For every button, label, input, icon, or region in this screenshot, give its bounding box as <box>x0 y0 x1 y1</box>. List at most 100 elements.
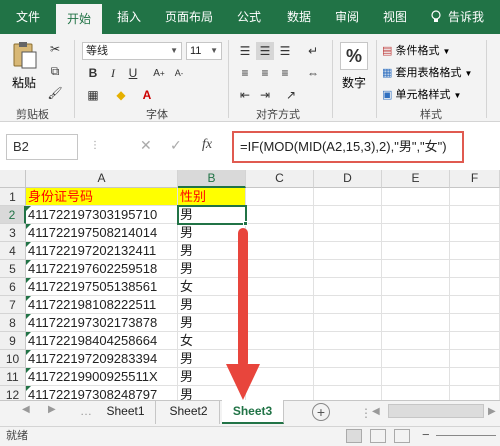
align-left-icon[interactable]: ≡ <box>236 64 254 82</box>
align-top-icon[interactable]: ☰ <box>236 42 254 60</box>
row-header[interactable]: 3 <box>0 224 26 242</box>
tab-insert[interactable]: 插入 <box>110 0 148 34</box>
align-right-icon[interactable]: ≡ <box>276 64 294 82</box>
row-header[interactable]: 7 <box>0 296 26 314</box>
empty-cell[interactable] <box>382 224 450 242</box>
select-all-corner[interactable] <box>0 170 26 188</box>
table-format-button[interactable]: ▦ 套用表格格式 ▼ <box>382 64 472 80</box>
font-grow-icon[interactable]: A + <box>150 64 168 82</box>
cell-style-button[interactable]: ▣ 单元格样式 ▼ <box>382 86 461 102</box>
tab-home[interactable]: 开始 <box>56 4 102 34</box>
column-header-c[interactable]: C <box>246 170 314 188</box>
fill-color-icon[interactable]: ◆ <box>112 86 130 104</box>
normal-view-icon[interactable] <box>346 429 362 443</box>
tab-review[interactable]: 审阅 <box>328 0 366 34</box>
cell-a[interactable]: 411722197505138561 <box>26 278 178 296</box>
empty-cell[interactable] <box>450 224 500 242</box>
wrap-text-icon[interactable]: ↵ <box>304 42 322 60</box>
column-header-b[interactable]: B <box>178 170 246 188</box>
conditional-format-button[interactable]: ▤ 条件格式 ▼ <box>382 42 450 58</box>
empty-cell[interactable] <box>382 242 450 260</box>
empty-cell[interactable] <box>314 368 382 386</box>
hscroll-left-icon[interactable]: ◀ <box>372 406 380 417</box>
font-name-select[interactable]: 等线 ▼ <box>82 42 182 60</box>
paste-icon[interactable] <box>10 40 38 70</box>
name-box[interactable]: B2 <box>6 134 78 160</box>
empty-cell[interactable] <box>450 260 500 278</box>
cell-a[interactable]: 411722198108222511 <box>26 296 178 314</box>
empty-cell[interactable] <box>246 206 314 224</box>
page-break-view-icon[interactable] <box>394 429 410 443</box>
page-layout-view-icon[interactable] <box>370 429 386 443</box>
sheet-tab-sheet2[interactable]: Sheet2 <box>158 400 220 424</box>
zoom-slider[interactable] <box>436 435 496 436</box>
tab-page-layout[interactable]: 页面布局 <box>156 0 222 34</box>
empty-cell[interactable] <box>450 314 500 332</box>
empty-cell[interactable] <box>314 188 382 206</box>
enter-icon[interactable]: ✓ <box>170 137 182 154</box>
insert-function-icon[interactable]: fx <box>202 137 212 153</box>
format-painter-icon[interactable]: 🖌 <box>46 84 64 102</box>
paste-label[interactable]: 粘贴 <box>12 74 36 91</box>
increase-indent-icon[interactable]: ⇥ <box>256 86 274 104</box>
sheet-tab-sheet1[interactable]: Sheet1 <box>96 400 156 424</box>
tab-formulas[interactable]: 公式 <box>230 0 268 34</box>
row-header[interactable]: 5 <box>0 260 26 278</box>
empty-cell[interactable] <box>314 350 382 368</box>
empty-cell[interactable] <box>450 242 500 260</box>
cell-a[interactable]: 411722197508214014 <box>26 224 178 242</box>
bold-icon[interactable]: B <box>84 64 102 82</box>
border-icon[interactable]: ▦ <box>84 86 102 104</box>
empty-cell[interactable] <box>382 296 450 314</box>
tab-file[interactable]: 文件 <box>8 0 48 34</box>
cell-a[interactable]: 411722197303195710 <box>26 206 178 224</box>
cell-b[interactable]: 性别 <box>178 188 246 206</box>
copy-icon[interactable]: ⧉ <box>46 62 64 80</box>
cell-a[interactable]: 身份证号码 <box>26 188 178 206</box>
text-direction-icon[interactable]: ↗ <box>282 86 300 104</box>
font-size-select[interactable]: 11 ▼ <box>186 42 222 60</box>
empty-cell[interactable] <box>314 314 382 332</box>
scroll-left-icon[interactable]: ◀ <box>22 404 30 415</box>
empty-cell[interactable] <box>450 296 500 314</box>
cell-a[interactable]: 411722197602259518 <box>26 260 178 278</box>
italic-icon[interactable]: I <box>104 64 122 82</box>
row-header[interactable]: 8 <box>0 314 26 332</box>
column-header-d[interactable]: D <box>314 170 382 188</box>
empty-cell[interactable] <box>314 206 382 224</box>
formula-input[interactable]: =IF(MOD(MID(A2,15,3),2),"男","女") <box>232 131 464 163</box>
column-header-e[interactable]: E <box>382 170 450 188</box>
empty-cell[interactable] <box>450 206 500 224</box>
hscroll-right-icon[interactable]: ▶ <box>488 406 496 417</box>
more-sheets-icon[interactable]: … <box>80 404 92 418</box>
empty-cell[interactable] <box>314 278 382 296</box>
column-header-f[interactable]: F <box>450 170 500 188</box>
align-center-icon[interactable]: ≡ <box>256 64 274 82</box>
tell-me-search[interactable]: 告诉我 <box>444 0 488 34</box>
empty-cell[interactable] <box>450 278 500 296</box>
empty-cell[interactable] <box>314 260 382 278</box>
font-color-icon[interactable]: A <box>138 86 156 104</box>
cell-a[interactable]: 411722197209283394 <box>26 350 178 368</box>
number-format-label[interactable]: 数字 <box>342 74 366 91</box>
row-header[interactable]: 10 <box>0 350 26 368</box>
align-middle-icon[interactable]: ☰ <box>256 42 274 60</box>
empty-cell[interactable] <box>450 332 500 350</box>
empty-cell[interactable] <box>450 350 500 368</box>
empty-cell[interactable] <box>382 188 450 206</box>
more-options-icon[interactable]: ⋮ <box>90 140 100 151</box>
empty-cell[interactable] <box>314 332 382 350</box>
underline-icon[interactable]: U <box>124 64 142 82</box>
cell-a[interactable]: 411722198404258664 <box>26 332 178 350</box>
row-header[interactable]: 4 <box>0 242 26 260</box>
empty-cell[interactable] <box>382 368 450 386</box>
empty-cell[interactable] <box>314 224 382 242</box>
add-sheet-icon[interactable]: + <box>312 403 330 421</box>
tab-view[interactable]: 视图 <box>376 0 414 34</box>
empty-cell[interactable] <box>314 242 382 260</box>
empty-cell[interactable] <box>450 188 500 206</box>
row-header[interactable]: 6 <box>0 278 26 296</box>
cancel-icon[interactable]: ✕ <box>140 137 152 154</box>
font-shrink-icon[interactable]: A- <box>170 64 188 82</box>
row-header[interactable]: 11 <box>0 368 26 386</box>
